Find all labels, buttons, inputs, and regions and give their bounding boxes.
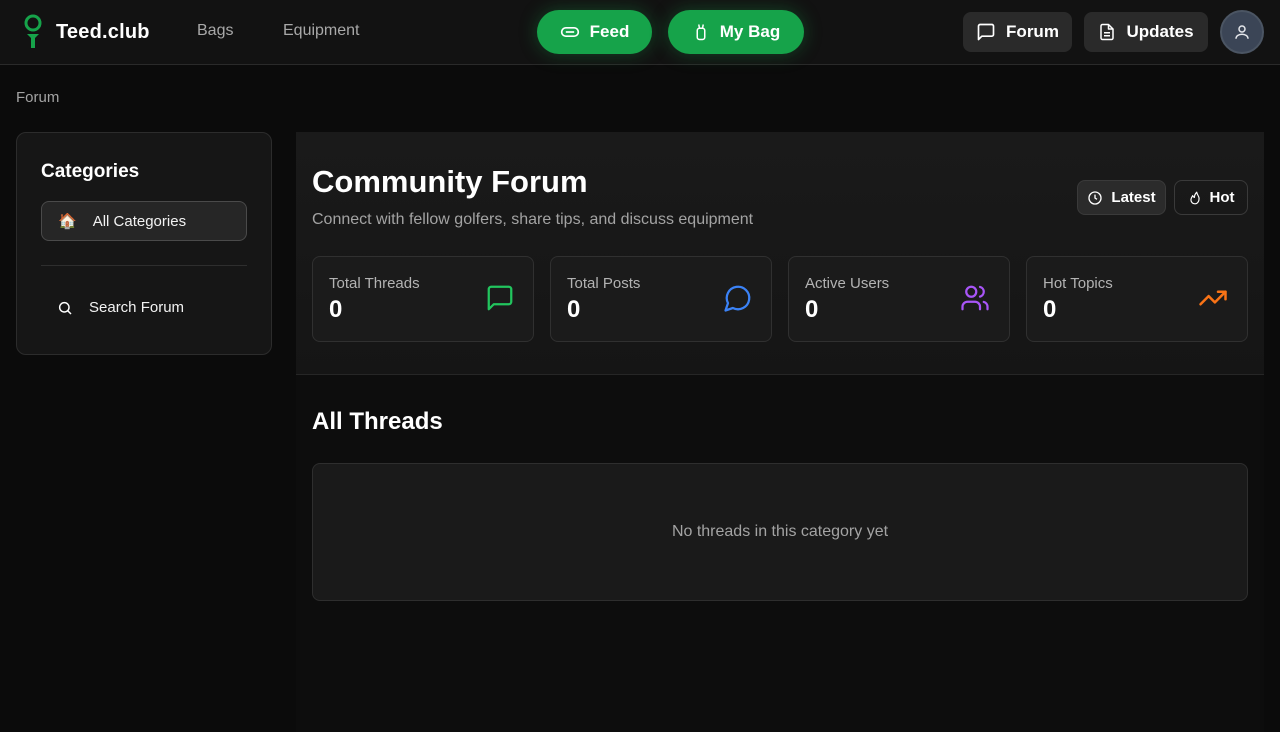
page-subtitle: Connect with fellow golfers, share tips,…	[312, 211, 754, 228]
stat-value: 0	[567, 296, 581, 323]
brand-name: Teed.club	[56, 20, 150, 43]
stat-value: 0	[805, 296, 819, 323]
breadcrumb[interactable]: Forum	[16, 89, 59, 106]
sort-latest-button[interactable]: Latest	[1077, 180, 1166, 215]
feed-button[interactable]: Feed	[537, 10, 652, 54]
empty-message: No threads in this category yet	[671, 523, 889, 540]
main-panel: Community Forum Connect with fellow golf…	[296, 132, 1264, 732]
updates-label: Updates	[1126, 22, 1194, 41]
golf-ball-feed-icon	[560, 27, 579, 37]
sort-hot-label: Hot	[1209, 189, 1235, 206]
search-forum-label: Search Forum	[89, 299, 185, 316]
stat-value: 0	[329, 296, 343, 323]
trending-up-icon	[1199, 290, 1227, 306]
stat-value: 0	[1043, 296, 1057, 323]
sort-hot-button[interactable]: Hot	[1174, 180, 1248, 215]
search-icon	[58, 301, 72, 315]
forum-hero: Community Forum Connect with fellow golf…	[296, 132, 1264, 375]
golf-bag-icon	[696, 24, 706, 41]
clock-icon	[1088, 190, 1103, 205]
top-nav: Teed.club Bags Equipment Feed My Bag For…	[0, 0, 1280, 65]
threads-section-title: All Threads	[312, 408, 443, 435]
stat-label: Total Posts	[567, 275, 641, 292]
category-all-label: All Categories	[92, 212, 187, 230]
nav-link-bags[interactable]: Bags	[197, 22, 233, 40]
flame-icon	[1189, 191, 1200, 204]
sidebar-title: Categories	[41, 161, 140, 182]
categories-sidebar: Categories 🏠 All Categories Search Forum	[16, 132, 272, 355]
search-forum-link[interactable]: Search Forum	[57, 299, 184, 316]
page-title: Community Forum	[312, 164, 588, 199]
feed-label: Feed	[589, 22, 630, 41]
file-text-icon	[1100, 23, 1115, 41]
stat-label: Active Users	[805, 275, 890, 292]
sidebar-divider	[41, 265, 247, 266]
my-bag-label: My Bag	[719, 22, 781, 41]
sort-latest-label: Latest	[1111, 189, 1156, 206]
nav-link-equipment[interactable]: Equipment	[283, 22, 360, 40]
stat-card-active-users: Active Users 0	[788, 256, 1010, 342]
category-all[interactable]: 🏠 All Categories	[41, 201, 247, 241]
stat-card-total-threads: Total Threads 0	[312, 256, 534, 342]
house-icon: 🏠	[58, 213, 77, 230]
message-square-icon	[977, 23, 995, 41]
message-square-icon	[487, 285, 513, 311]
user-avatar[interactable]	[1220, 10, 1264, 54]
golf-tee-icon	[24, 14, 42, 48]
forum-label: Forum	[1006, 22, 1059, 41]
stat-label: Total Threads	[329, 275, 420, 292]
forum-button[interactable]: Forum	[963, 12, 1072, 52]
users-icon	[961, 285, 989, 311]
threads-empty-state: No threads in this category yet	[312, 463, 1248, 601]
stat-card-total-posts: Total Posts 0	[550, 256, 772, 342]
message-circle-icon	[724, 285, 751, 312]
stat-label: Hot Topics	[1043, 275, 1113, 292]
stat-card-hot-topics: Hot Topics 0	[1026, 256, 1248, 342]
user-icon	[1235, 25, 1249, 39]
my-bag-button[interactable]: My Bag	[668, 10, 804, 54]
updates-button[interactable]: Updates	[1084, 12, 1208, 52]
brand-logo[interactable]: Teed.club	[22, 14, 150, 50]
